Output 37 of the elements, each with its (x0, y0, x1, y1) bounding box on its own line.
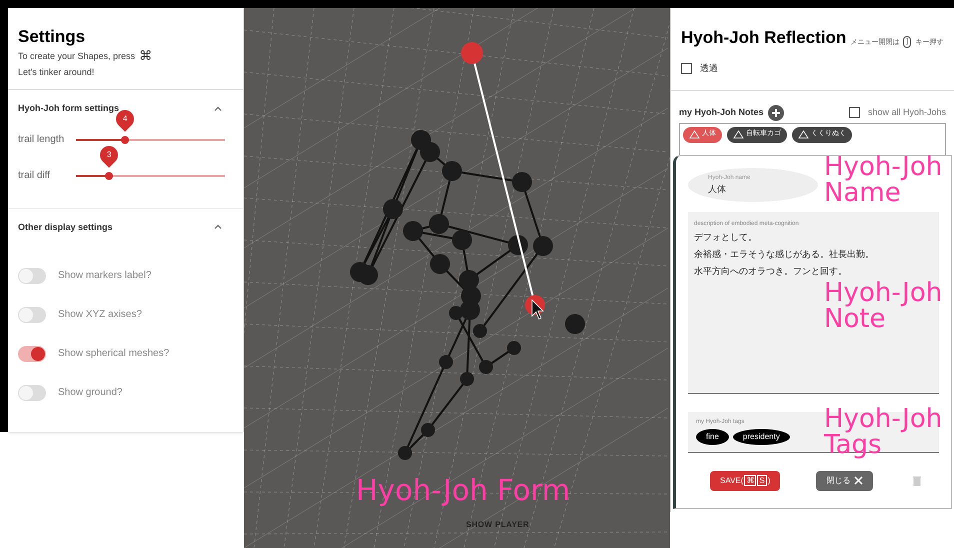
save-button[interactable]: SAVE( ⌘ S ) (710, 470, 780, 490)
cursor-icon (532, 299, 544, 320)
triangle-icon (689, 130, 700, 139)
annotation-label: Hyoh-Joh Form (356, 476, 570, 505)
triangle-icon (733, 130, 744, 139)
notes-heading: my Hyoh-Joh Notes (679, 106, 764, 119)
slider-thumb[interactable] (104, 172, 113, 180)
add-note-button[interactable] (768, 104, 784, 120)
slider-label: trail length (18, 133, 66, 147)
toggle-switch[interactable] (18, 384, 46, 400)
checkbox-label: show all Hyoh-Johs (868, 106, 946, 119)
toggle-label: Show spherical meshes? (58, 347, 170, 361)
toggle-switch[interactable] (18, 346, 46, 362)
toggle-label: Show ground? (58, 386, 122, 400)
toggle-switch[interactable] (18, 306, 46, 322)
checkbox[interactable] (848, 107, 860, 118)
slider-thumb[interactable] (121, 136, 130, 144)
checkbox[interactable] (681, 63, 692, 74)
annotation-label: Hyoh-Joh Note (824, 280, 944, 332)
triangle-icon (798, 130, 809, 139)
toggle-label: Show markers label? (58, 269, 152, 283)
plus-icon (770, 108, 781, 118)
key-symbol: ⌘ (139, 50, 152, 64)
annotation-label: Hyoh-Joh Tags (824, 406, 944, 458)
annotation-label: Hyoh-Joh Name (824, 154, 944, 206)
panel-title: Settings (18, 26, 86, 48)
hint-text: To create your Shapes, press (18, 50, 136, 63)
panel-title: Hyoh-Joh Reflection (681, 28, 846, 48)
subtitle-text: Let's tinker around! (18, 66, 96, 78)
slider-label: trail diff (18, 169, 52, 183)
close-icon (854, 476, 864, 485)
section-title: Other display settings (18, 220, 113, 234)
toggle-label: Show XYZ axises? (58, 308, 142, 322)
toggle-switch[interactable] (18, 268, 46, 284)
checkbox-label: 透過 (700, 62, 718, 75)
section-title: Hyoh-Joh form settings (18, 102, 120, 115)
close-button[interactable]: 閉じる (816, 470, 874, 490)
